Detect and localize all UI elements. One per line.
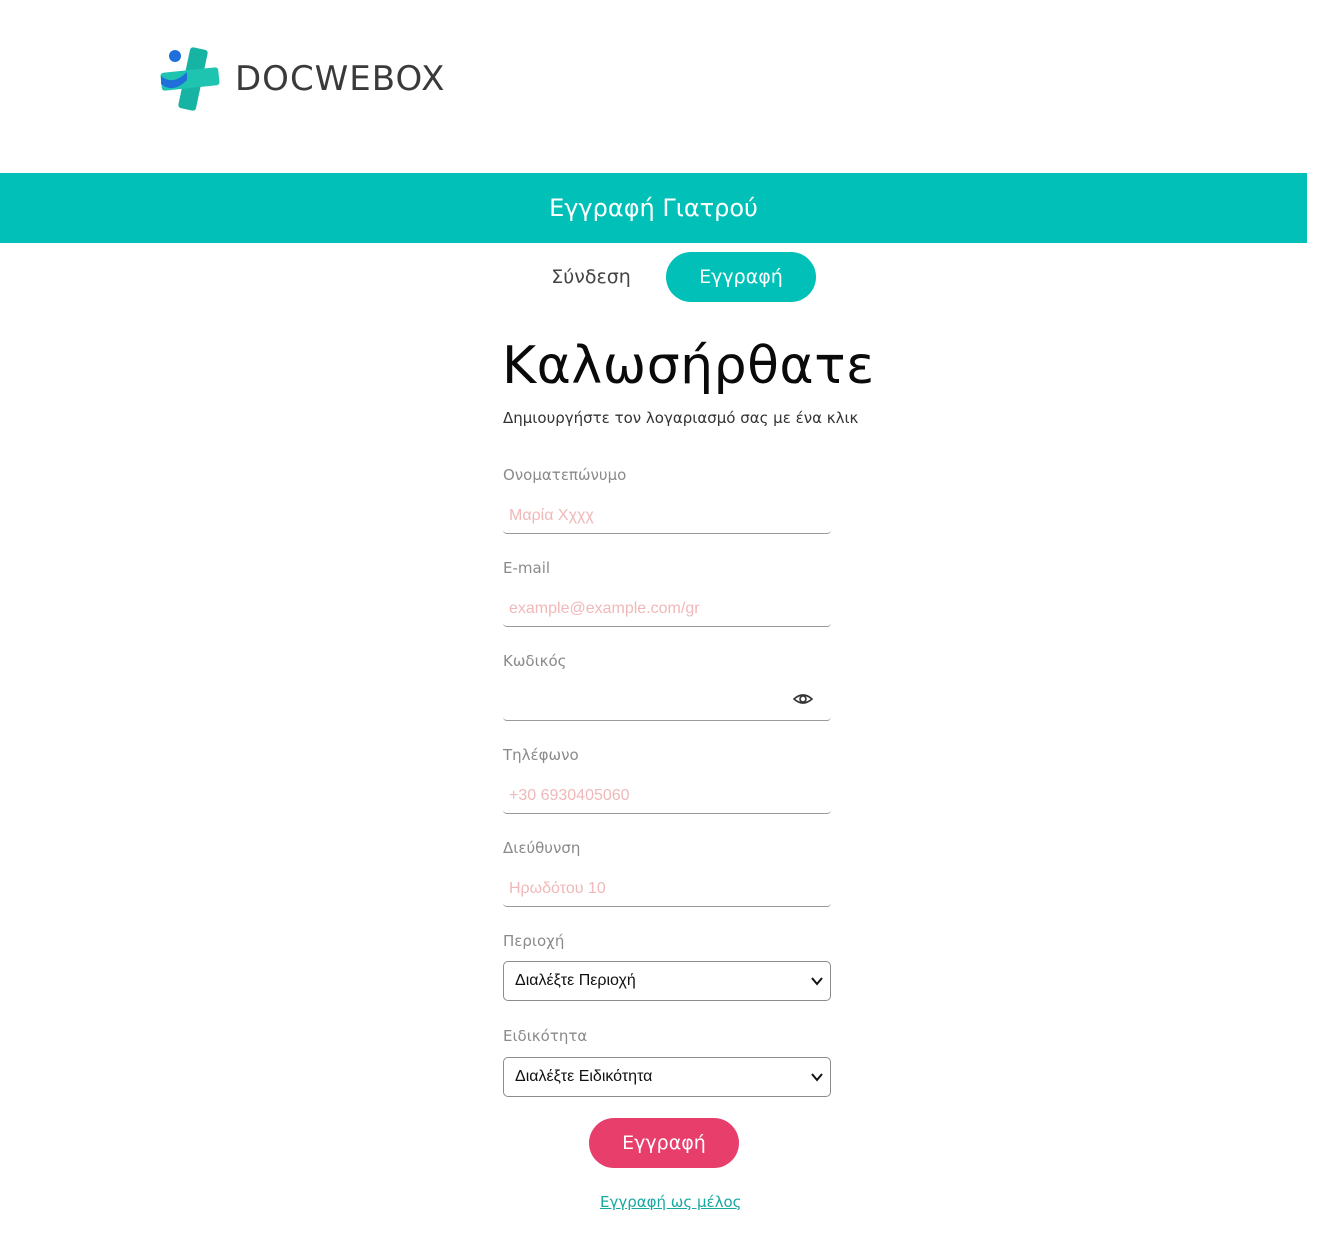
email-label: E-mail [503, 559, 551, 577]
email-input[interactable] [503, 591, 831, 627]
welcome-heading: Καλωσήρθατε [502, 336, 875, 396]
fullname-label: Ονοματεπώνυμο [503, 466, 627, 484]
phone-label: Τηλέφωνο [503, 746, 579, 764]
page-title: Εγγραφή Γιατρού [549, 194, 758, 222]
medical-cross-logo-icon [160, 47, 220, 111]
password-input[interactable] [503, 685, 831, 721]
region-select-value: Διαλέξτε Περιοχή [515, 972, 636, 989]
tab-register[interactable]: Εγγραφή [666, 252, 816, 302]
specialty-label: Ειδικότητα [503, 1027, 588, 1045]
specialty-select-value: Διαλέξτε Ειδικότητα [515, 1068, 653, 1085]
chevron-down-icon [811, 977, 823, 986]
brand-name: DOCWEBOX [235, 59, 446, 99]
page-banner: Εγγραφή Γιατρού [0, 173, 1307, 243]
specialty-select[interactable]: Διαλέξτε Ειδικότητα [503, 1057, 831, 1097]
eye-icon[interactable] [793, 690, 813, 708]
fullname-input[interactable] [503, 498, 831, 534]
tab-login[interactable]: Σύνδεση [516, 252, 666, 302]
region-select[interactable]: Διαλέξτε Περιοχή [503, 961, 831, 1001]
password-label: Κωδικός [503, 652, 567, 670]
region-label: Περιοχή [503, 932, 565, 950]
address-input[interactable] [503, 871, 831, 907]
address-label: Διεύθυνση [503, 839, 581, 857]
phone-input[interactable] [503, 778, 831, 814]
brand-logo[interactable]: DOCWEBOX [157, 46, 445, 112]
register-button[interactable]: Εγγραφή [589, 1118, 739, 1168]
chevron-down-icon [811, 1073, 823, 1082]
register-as-member-link[interactable]: Εγγραφή ως μέλος [600, 1193, 741, 1211]
welcome-subtitle: Δημιουργήστε τον λογαριασμό σας με ένα κ… [503, 409, 859, 427]
auth-tabs: Σύνδεση Εγγραφή [516, 252, 816, 302]
